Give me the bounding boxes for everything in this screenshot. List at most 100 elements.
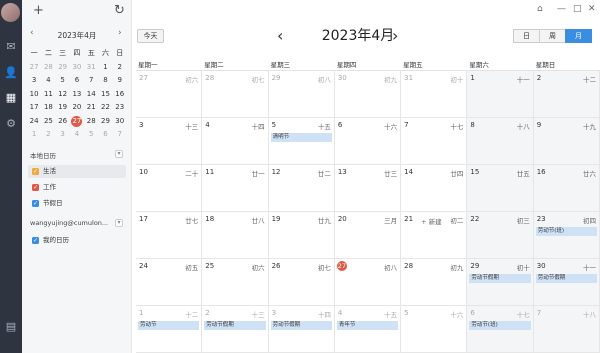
day-cell[interactable]: 20 三月 <box>334 212 402 259</box>
mini-day[interactable]: 2 <box>41 128 55 142</box>
mini-day[interactable]: 11 <box>41 88 55 102</box>
mini-day[interactable]: 27 <box>70 115 84 129</box>
mini-day[interactable]: 6 <box>98 128 112 142</box>
local-calendar-item[interactable]: ✓ 工作 <box>28 181 126 194</box>
mini-day[interactable]: 15 <box>98 88 112 102</box>
mini-day[interactable]: 5 <box>56 74 70 88</box>
day-cell[interactable]: 9 十九 <box>533 118 600 165</box>
day-cell[interactable]: 31 初十 <box>401 71 468 118</box>
event-chip[interactable]: 劳动节假期 <box>270 321 332 330</box>
day-cell[interactable]: 23 初四 劳动节(班) <box>533 212 600 259</box>
day-cell[interactable]: 25 初六 <box>202 259 269 306</box>
mini-day[interactable]: 2 <box>113 61 127 75</box>
new-event-button[interactable]: + 新建 <box>421 216 442 226</box>
mini-day[interactable]: 29 <box>98 115 112 129</box>
day-cell[interactable]: 3 十三 <box>136 118 203 165</box>
contacts-icon[interactable]: 👤 <box>4 66 18 80</box>
mini-day[interactable]: 21 <box>84 101 98 115</box>
day-cell[interactable]: 7 十八 <box>533 306 600 353</box>
mini-day[interactable]: 12 <box>56 88 70 102</box>
mini-day[interactable]: 23 <box>113 101 127 115</box>
settings-icon[interactable]: ⚙ <box>4 117 18 131</box>
day-cell[interactable]: 6 十六 <box>334 118 402 165</box>
close-button[interactable]: ✕ <box>588 4 596 14</box>
mini-day[interactable]: 27 <box>27 61 41 75</box>
pin-icon[interactable]: ⌂ <box>537 4 543 14</box>
day-cell[interactable]: 4 十四 <box>202 118 269 165</box>
calendar-icon[interactable]: ▦ <box>4 91 18 105</box>
mini-day[interactable]: 30 <box>113 115 127 129</box>
day-cell[interactable]: 12 廿二 <box>268 165 335 212</box>
mail-icon[interactable]: ✉ <box>4 40 18 54</box>
mini-day[interactable]: 29 <box>56 61 70 75</box>
day-cell[interactable]: 4 十五 青年节 <box>334 306 402 353</box>
refresh-icon[interactable]: ↻ <box>114 4 125 18</box>
local-checkbox[interactable]: ✓ <box>32 168 39 175</box>
today-button[interactable]: 今天 <box>137 29 164 43</box>
mini-day[interactable]: 16 <box>113 88 127 102</box>
day-cell[interactable]: 11 廿一 <box>202 165 269 212</box>
day-cell[interactable]: 14 廿四 <box>401 165 468 212</box>
day-cell[interactable]: 28 初九 <box>401 259 468 306</box>
day-cell[interactable]: 24 初五 <box>136 259 203 306</box>
mini-day[interactable]: 30 <box>70 61 84 75</box>
mini-day[interactable]: 4 <box>70 128 84 142</box>
avatar[interactable] <box>1 3 20 22</box>
mini-day[interactable]: 1 <box>98 61 112 75</box>
event-chip[interactable]: 劳动节假期 <box>535 274 597 283</box>
mini-next-icon[interactable]: › <box>118 28 122 38</box>
day-cell[interactable]: 21 初二 + 新建 <box>401 212 468 259</box>
mini-day[interactable]: 6 <box>70 74 84 88</box>
event-chip[interactable]: 劳动节(班) <box>535 227 597 236</box>
account-calendar-item[interactable]: ✓ 我的日历 <box>28 234 126 247</box>
mini-day[interactable]: 18 <box>41 101 55 115</box>
day-cell[interactable]: 29 初十 劳动节假期 <box>467 259 534 306</box>
mini-day[interactable]: 1 <box>27 128 41 142</box>
event-chip[interactable]: 清明节 <box>270 133 332 142</box>
prev-month-icon[interactable]: ‹ <box>277 27 283 45</box>
mini-day[interactable]: 13 <box>70 88 84 102</box>
mini-day[interactable]: 25 <box>41 115 55 129</box>
next-month-icon[interactable]: › <box>392 27 398 45</box>
mini-day[interactable]: 24 <box>27 115 41 129</box>
mini-day[interactable]: 19 <box>56 101 70 115</box>
day-cell[interactable]: 7 十七 <box>401 118 468 165</box>
mini-day[interactable]: 9 <box>113 74 127 88</box>
day-cell[interactable]: 27 初六 <box>136 71 203 118</box>
event-chip[interactable]: 青年节 <box>336 321 399 330</box>
local-checkbox[interactable]: ✓ <box>32 200 39 207</box>
day-cell[interactable]: 22 初三 <box>467 212 534 259</box>
event-chip[interactable]: 劳动节假期 <box>469 274 531 283</box>
mini-day[interactable]: 17 <box>27 101 41 115</box>
day-cell[interactable]: 1 十一 <box>467 71 534 118</box>
day-cell[interactable]: 16 廿六 <box>533 165 600 212</box>
mini-day[interactable]: 26 <box>56 115 70 129</box>
mini-day[interactable]: 28 <box>84 115 98 129</box>
day-cell[interactable]: 19 廿九 <box>268 212 335 259</box>
day-cell[interactable]: 13 廿三 <box>334 165 402 212</box>
mini-day[interactable]: 10 <box>27 88 41 102</box>
event-chip[interactable]: 劳动节假期 <box>204 321 266 330</box>
local-calendars-toggle[interactable]: ▾ <box>115 150 123 158</box>
day-cell[interactable]: 5 十五 清明节 <box>268 118 335 165</box>
notes-icon[interactable]: ▤ <box>4 320 18 334</box>
mini-day[interactable]: 3 <box>56 128 70 142</box>
mini-day[interactable]: 7 <box>84 74 98 88</box>
mini-day[interactable]: 5 <box>84 128 98 142</box>
day-cell[interactable]: 3 十四 劳动节假期 <box>268 306 335 353</box>
day-cell[interactable]: 28 初七 <box>202 71 269 118</box>
mini-day[interactable]: 3 <box>27 74 41 88</box>
minimize-button[interactable]: — <box>557 4 566 14</box>
day-cell[interactable]: 10 二十 <box>136 165 203 212</box>
add-icon[interactable]: + <box>33 4 44 18</box>
account-checkbox[interactable]: ✓ <box>32 237 39 244</box>
maximize-button[interactable]: □ <box>573 4 582 14</box>
account-toggle[interactable]: ▾ <box>115 219 123 227</box>
day-cell[interactable]: 15 廿五 <box>467 165 534 212</box>
event-chip[interactable]: 劳动节(班) <box>469 321 531 330</box>
mini-day[interactable]: 28 <box>41 61 55 75</box>
day-cell[interactable]: 17 廿七 <box>136 212 203 259</box>
view-月-button[interactable]: 月 <box>565 29 592 43</box>
day-cell[interactable]: 18 廿八 <box>202 212 269 259</box>
day-cell[interactable]: 5 十六 <box>401 306 468 353</box>
